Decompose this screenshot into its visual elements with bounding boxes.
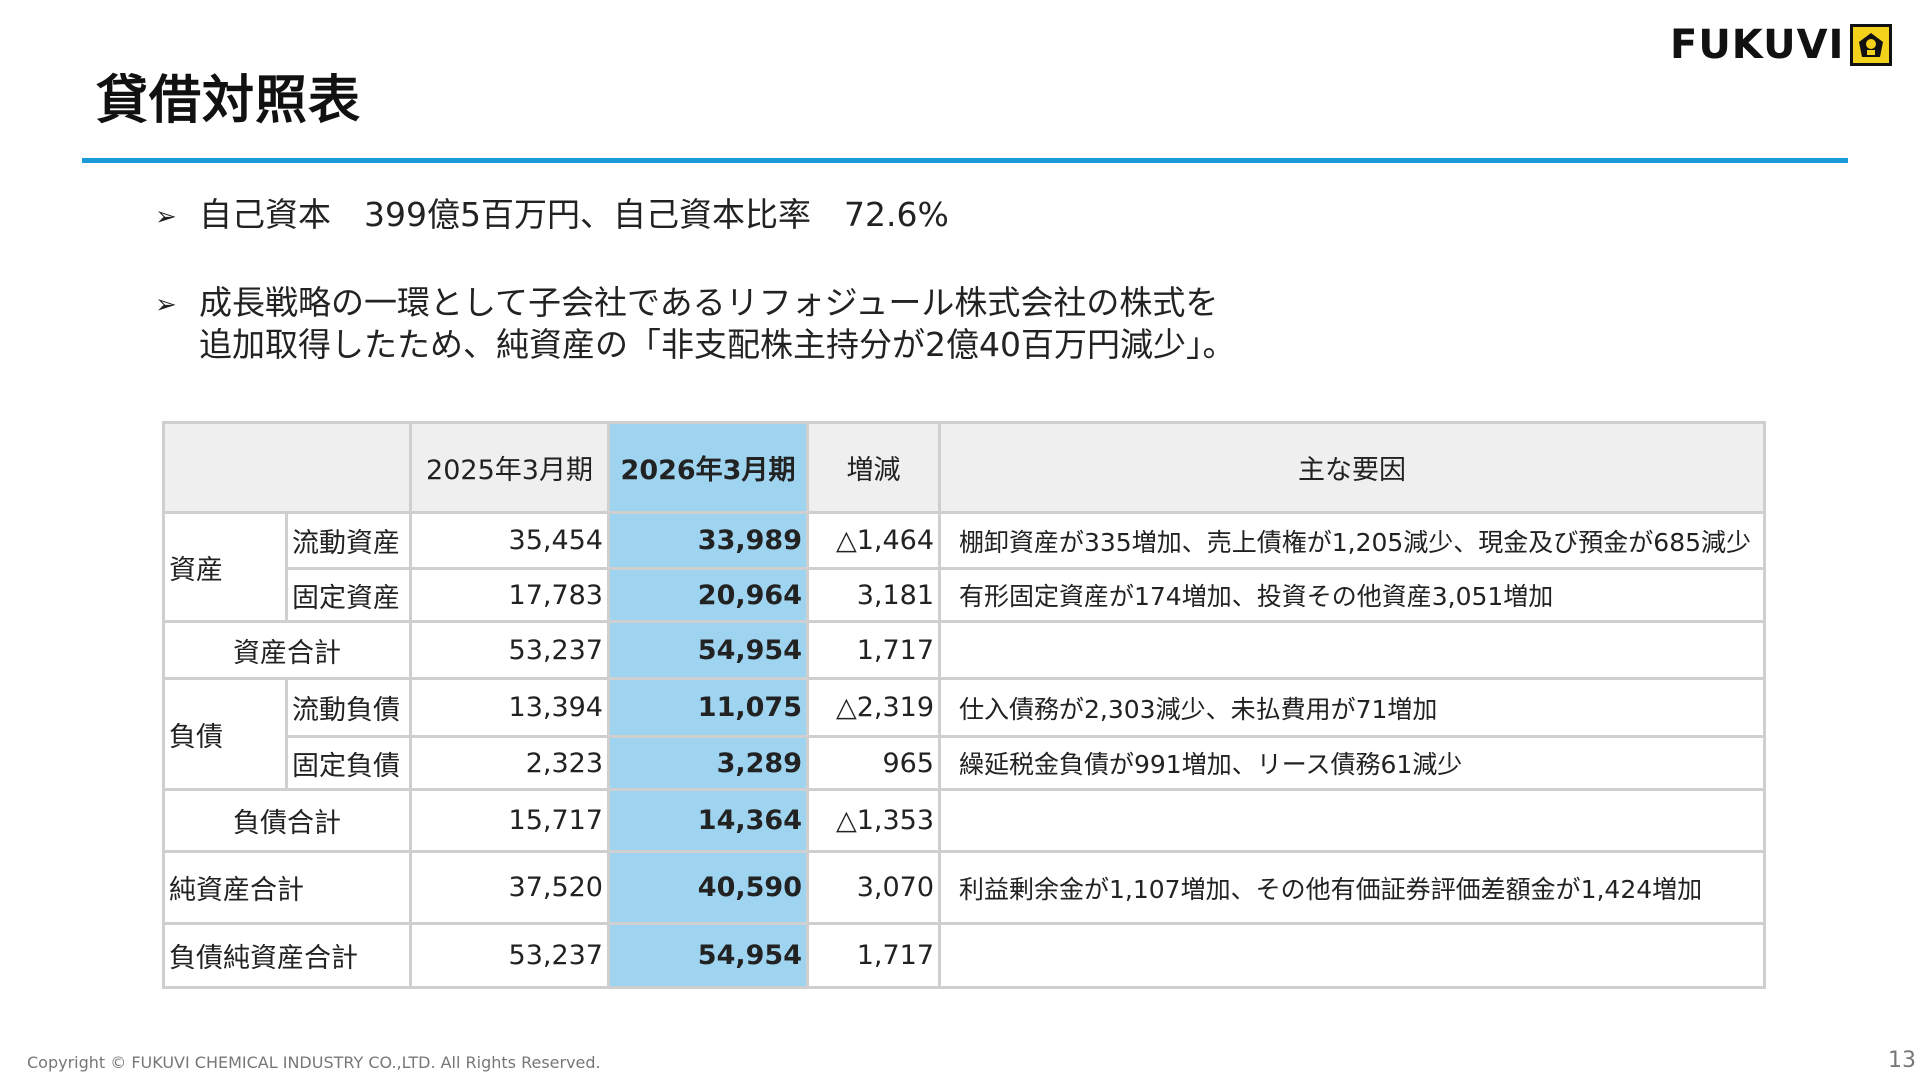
table-row-total: 資産合計 53,237 54,954 1,717 (162, 620, 1766, 680)
change-value: 1,717 (806, 620, 941, 680)
balance-sheet-table: 2025年3月期 2026年3月期 増減 主な要因 資産 流動資産 35,454… (162, 421, 1766, 989)
prev-value: 53,237 (409, 620, 610, 680)
change-value: △2,319 (806, 677, 941, 738)
current-value: 33,989 (607, 511, 809, 570)
bullet-text: 自己資本 399億5百万円、自己資本比率 72.6% (199, 195, 949, 234)
table-header-row: 2025年3月期 2026年3月期 増減 主な要因 (162, 421, 1766, 514)
table-row-total: 純資産合計 37,520 40,590 3,070 利益剰余金が1,107増加、… (162, 850, 1766, 925)
current-value: 14,364 (607, 788, 809, 853)
reason-text (938, 922, 1766, 989)
current-value: 54,954 (607, 922, 809, 989)
change-value: △1,353 (806, 788, 941, 853)
company-logo: FUKUVI (1670, 22, 1893, 68)
reason-text (938, 788, 1766, 853)
prev-value: 53,237 (409, 922, 610, 989)
current-value: 11,075 (607, 677, 809, 738)
header-prev-year: 2025年3月期 (409, 421, 610, 514)
copyright-footer: Copyright © FUKUVI CHEMICAL INDUSTRY CO.… (27, 1053, 601, 1072)
bullet-equity: ➢ 自己資本 399億5百万円、自己資本比率 72.6% (155, 194, 949, 238)
group-label-assets: 資産 (162, 511, 288, 623)
header-blank (162, 421, 412, 514)
table-row: 固定資産 17,783 20,964 3,181 有形固定資産が174増加、投資… (164, 567, 1766, 623)
row-label: 純資産合計 (162, 850, 412, 925)
prev-value: 15,717 (409, 788, 610, 853)
header-change: 増減 (806, 421, 941, 514)
row-label: 資産合計 (162, 620, 412, 680)
page-number: 13 (1888, 1048, 1916, 1073)
title-divider (82, 158, 1848, 163)
current-value: 3,289 (607, 735, 809, 791)
logo-emblem-icon (1850, 24, 1893, 66)
row-label: 流動負債 (285, 677, 412, 738)
reason-text (938, 620, 1766, 680)
row-label: 負債合計 (162, 788, 412, 853)
table-row: 負債 流動負債 13,394 11,075 △2,319 仕入債務が2,303減… (162, 677, 1766, 791)
reason-text: 棚卸資産が335増加、売上債権が1,205減少、現金及び預金が685減少 (938, 511, 1766, 570)
header-reason: 主な要因 (938, 421, 1766, 514)
row-label: 負債純資産合計 (162, 922, 412, 989)
current-value: 54,954 (607, 620, 809, 680)
table-row-total: 負債合計 15,717 14,364 △1,353 (162, 788, 1766, 853)
header-current-year: 2026年3月期 (607, 421, 809, 514)
reason-text: 仕入債務が2,303減少、未払費用が71増加 (938, 677, 1766, 738)
prev-value: 35,454 (409, 511, 610, 570)
logo-text: FUKUVI (1670, 22, 1845, 68)
prev-value: 2,323 (409, 735, 610, 791)
change-value: 965 (806, 735, 941, 791)
bullet-text-line1: 成長戦略の一環として子会社であるリフォジュール株式会社の株式を (199, 283, 1219, 322)
current-value: 20,964 (607, 567, 809, 623)
row-label: 固定資産 (285, 567, 412, 623)
bullet-text-line2: 追加取得したため、純資産の「非支配株主持分が2億40百万円減少」。 (199, 325, 1236, 364)
reason-text: 利益剰余金が1,107増加、その他有価証券評価差額金が1,424増加 (938, 850, 1766, 925)
prev-value: 17,783 (409, 567, 610, 623)
change-value: 3,181 (806, 567, 941, 623)
change-value: 3,070 (806, 850, 941, 925)
bullet-subsidiary: ➢ 成長戦略の一環として子会社であるリフォジュール株式会社の株式を 追加取得した… (155, 282, 1236, 366)
table-row: 資産 流動資産 35,454 33,989 △1,464 棚卸資産が335増加、… (162, 511, 1766, 623)
row-label: 固定負債 (285, 735, 412, 791)
prev-value: 13,394 (409, 677, 610, 738)
prev-value: 37,520 (409, 850, 610, 925)
current-value: 40,590 (607, 850, 809, 925)
row-label: 流動資産 (285, 511, 412, 570)
reason-text: 繰延税金負債が991増加、リース債務61減少 (938, 735, 1766, 791)
page-title: 貸借対照表 (96, 71, 362, 131)
change-value: △1,464 (806, 511, 941, 570)
group-label-liabilities: 負債 (162, 677, 288, 791)
table-row: 固定負債 2,323 3,289 965 繰延税金負債が991増加、リース債務6… (164, 735, 1766, 791)
change-value: 1,717 (806, 922, 941, 989)
arrow-bullet-icon: ➢ (155, 290, 177, 320)
table-row-total: 負債純資産合計 53,237 54,954 1,717 (162, 922, 1766, 989)
arrow-bullet-icon: ➢ (155, 202, 177, 232)
reason-text: 有形固定資産が174増加、投資その他資産3,051増加 (938, 567, 1766, 623)
